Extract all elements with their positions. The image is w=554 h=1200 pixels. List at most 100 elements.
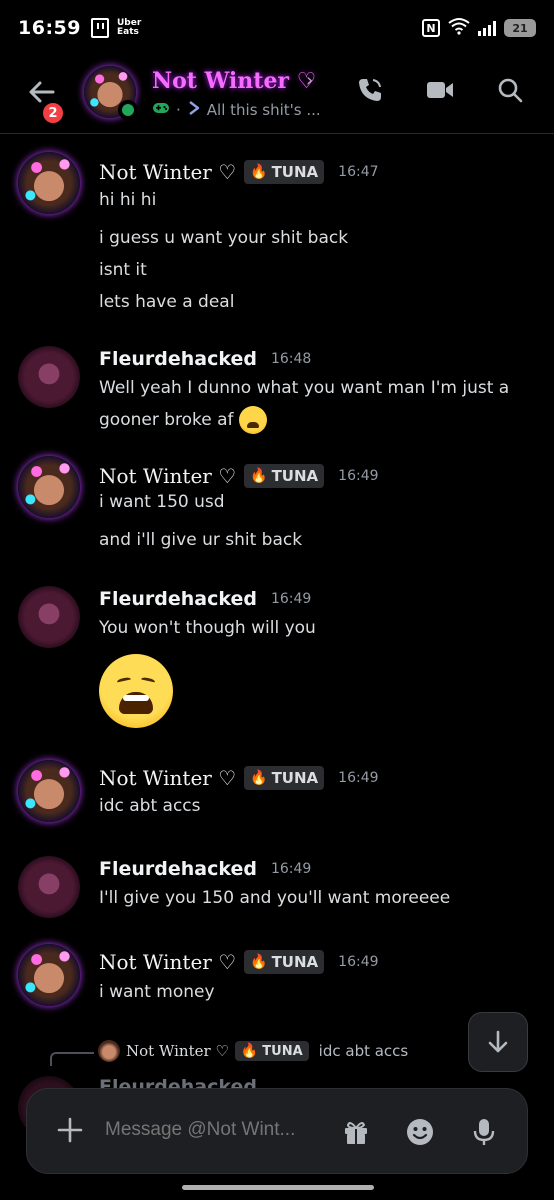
- activity-text: All this shit's ...: [206, 101, 321, 119]
- avatar[interactable]: [18, 856, 80, 918]
- message-text-wrap: gooner broke af: [99, 406, 267, 434]
- timestamp: 16:47: [338, 164, 379, 180]
- activity-status: · All this shit's ...: [152, 100, 321, 120]
- flame-icon: 🔥: [250, 164, 268, 180]
- gift-button[interactable]: [341, 1117, 371, 1147]
- avatar[interactable]: [18, 760, 80, 822]
- video-call-button[interactable]: [426, 76, 454, 104]
- clan-tag-label: TUNA: [271, 467, 319, 485]
- author-name[interactable]: Not Winter ♡: [99, 766, 236, 790]
- timestamp: 16:49: [270, 861, 312, 877]
- status-notification-icons: Uber Eats: [90, 18, 142, 38]
- search-icon: [498, 78, 523, 103]
- clan-tag[interactable]: 🔥 TUNA: [244, 464, 325, 488]
- voice-message-button[interactable]: [469, 1117, 499, 1147]
- message-text: Well yeah I dunno what you want man I'm …: [99, 378, 510, 398]
- jump-to-present-button[interactable]: [468, 1012, 528, 1072]
- dm-header: 2 Not Winter ♡ › · All this shit's ...: [0, 56, 554, 134]
- signal-icon: [478, 20, 496, 36]
- message-text: You won't though will you: [99, 618, 316, 638]
- author-name[interactable]: Fleurdehacked: [99, 858, 257, 880]
- clan-tag-label: TUNA: [271, 769, 319, 787]
- message-header: Fleurdehacked 16:49: [99, 588, 311, 610]
- phone-icon: [359, 79, 381, 101]
- reply-author: Not Winter ♡: [126, 1042, 229, 1060]
- reply-text: idc abt accs: [318, 1042, 409, 1060]
- video-camera-icon: [427, 82, 453, 98]
- timestamp: 16:49: [338, 770, 379, 786]
- voice-call-button[interactable]: [356, 76, 384, 104]
- twitch-icon: [90, 18, 109, 38]
- channel-title[interactable]: Not Winter ♡: [152, 68, 316, 94]
- chevron-right-icon[interactable]: ›: [306, 70, 313, 91]
- timestamp: 16:48: [270, 351, 312, 367]
- message-header: Not Winter ♡ 🔥 TUNA 16:49: [99, 766, 379, 790]
- status-system-icons: N 21: [422, 17, 536, 39]
- message-text: idc abt accs: [99, 796, 201, 816]
- flame-icon: 🔥: [240, 1043, 259, 1059]
- plus-icon: [57, 1117, 83, 1143]
- message-text: hi hi hi: [99, 190, 157, 210]
- weary-face-emoji-icon: [99, 654, 173, 728]
- home-indicator: [182, 1185, 374, 1190]
- gamepad-icon: [152, 101, 170, 119]
- message-header: Not Winter ♡ 🔥 TUNA 16:49: [99, 950, 379, 974]
- wifi-icon: [448, 17, 470, 39]
- avatar[interactable]: [18, 152, 80, 214]
- author-name[interactable]: Not Winter ♡: [99, 464, 236, 488]
- message-text: I'll give you 150 and you'll want moreee…: [99, 888, 451, 908]
- clan-tag-label: TUNA: [271, 163, 319, 181]
- avatar[interactable]: [18, 456, 80, 518]
- author-name[interactable]: Not Winter ♡: [99, 160, 236, 184]
- smiley-icon: [407, 1119, 433, 1145]
- arrow-down-icon: [488, 1030, 508, 1053]
- flame-icon: 🔥: [250, 468, 268, 484]
- message-input[interactable]: [105, 1119, 325, 1141]
- message-header: Fleurdehacked 16:49: [99, 858, 311, 880]
- author-name[interactable]: Fleurdehacked: [99, 588, 257, 610]
- avatar: [98, 1040, 120, 1062]
- message-text: i guess u want your shit back: [99, 228, 349, 248]
- message-header: Not Winter ♡ 🔥 TUNA 16:47: [99, 160, 379, 184]
- battery-icon: 21: [504, 19, 536, 37]
- tired-face-emoji-icon: [238, 406, 267, 434]
- flame-icon: 🔥: [250, 954, 268, 970]
- clan-tag[interactable]: 🔥 TUNA: [244, 160, 325, 184]
- message-header: Not Winter ♡ 🔥 TUNA 16:49: [99, 464, 379, 488]
- message-text: i want money: [99, 982, 215, 1002]
- uber-eats-icon: Uber Eats: [116, 18, 142, 37]
- message-composer: [26, 1088, 528, 1174]
- clan-tag: 🔥 TUNA: [234, 1041, 309, 1061]
- timestamp: 16:49: [338, 468, 379, 484]
- unread-badge: 2: [40, 100, 66, 126]
- avatar[interactable]: [18, 944, 80, 1006]
- timestamp: 16:49: [270, 591, 312, 607]
- custom-status-icon: [187, 100, 201, 120]
- search-button[interactable]: [496, 76, 524, 104]
- message-text: and i'll give ur shit back: [99, 530, 303, 550]
- message-text: lets have a deal: [99, 292, 235, 312]
- attach-button[interactable]: [55, 1115, 85, 1145]
- avatar[interactable]: [18, 346, 80, 408]
- author-name[interactable]: Not Winter ♡: [99, 950, 236, 974]
- flame-icon: 🔥: [250, 770, 268, 786]
- online-status-icon: [118, 100, 138, 120]
- clan-tag-label: TUNA: [262, 1043, 303, 1059]
- author-name[interactable]: Fleurdehacked: [99, 348, 257, 370]
- gift-icon: [345, 1122, 367, 1144]
- reply-preview[interactable]: Not Winter ♡ 🔥 TUNA idc abt accs: [50, 1040, 408, 1062]
- status-time: 16:59: [18, 17, 81, 39]
- clan-tag[interactable]: 🔥 TUNA: [244, 766, 325, 790]
- nfc-icon: N: [422, 19, 440, 37]
- clan-tag-label: TUNA: [271, 953, 319, 971]
- status-bar: 16:59 Uber Eats N 21: [0, 0, 554, 56]
- separator-dot: ·: [176, 101, 181, 119]
- avatar[interactable]: [18, 586, 80, 648]
- clan-tag[interactable]: 🔥 TUNA: [244, 950, 325, 974]
- header-actions: [356, 76, 524, 104]
- message-list[interactable]: Not Winter ♡ 🔥 TUNA 16:47 hi hi hi i gues…: [0, 136, 554, 1076]
- message-text: gooner broke af: [99, 410, 234, 430]
- emoji-button[interactable]: [405, 1117, 435, 1147]
- timestamp: 16:49: [338, 954, 379, 970]
- message-header: Fleurdehacked 16:48: [99, 348, 311, 370]
